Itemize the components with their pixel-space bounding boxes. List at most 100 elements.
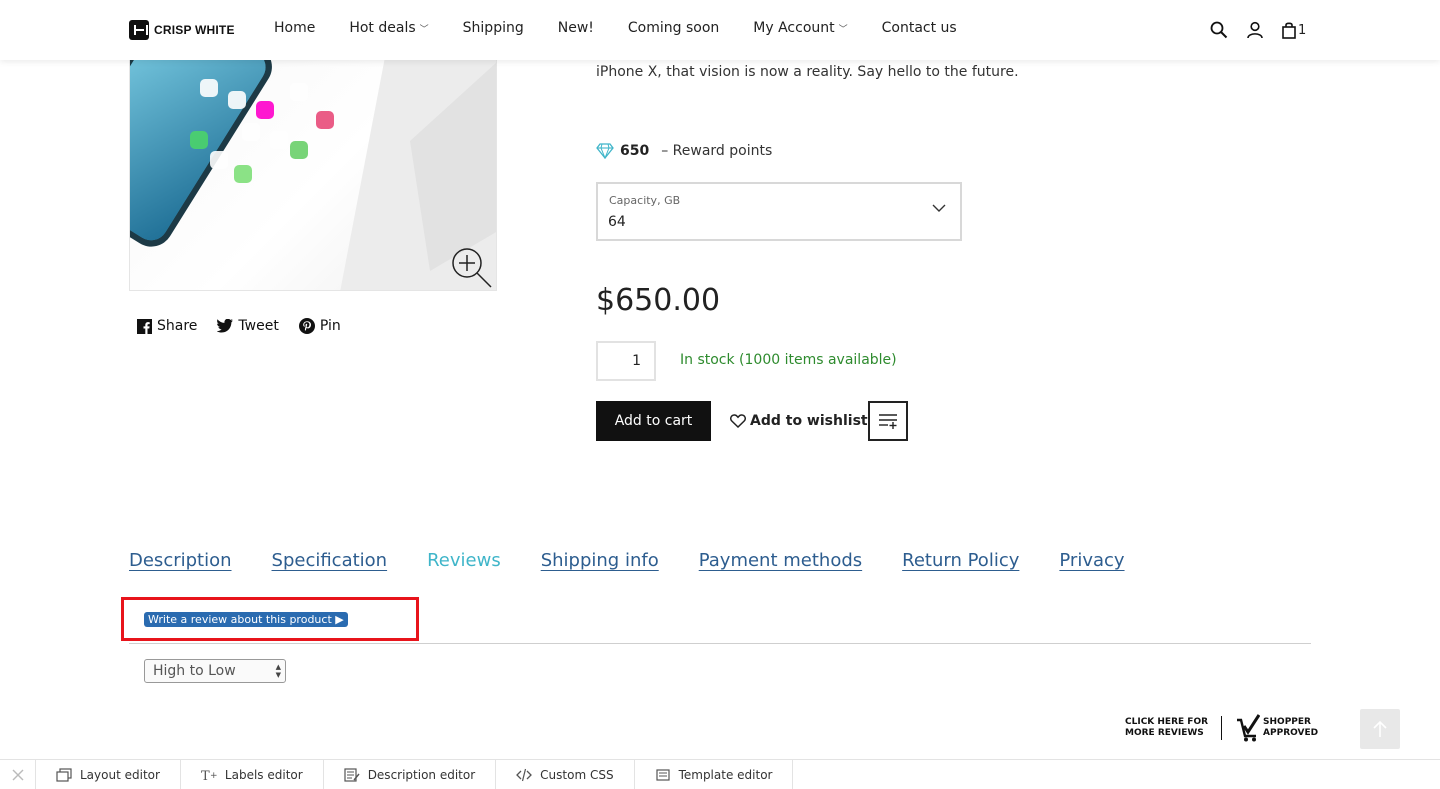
product-price: $650.00 — [596, 283, 721, 318]
chevron-down-icon — [932, 204, 946, 212]
header-actions: 1 — [1210, 20, 1306, 40]
zoom-in-icon — [452, 248, 492, 288]
shopper-right-line: SHOPPER — [1263, 717, 1311, 727]
compare-list-icon — [879, 414, 897, 429]
logo-mark-icon — [129, 20, 149, 40]
template-icon — [655, 769, 670, 781]
shopper-approved-logo: SHOPPER APPROVED — [1236, 714, 1318, 742]
review-sort-select[interactable]: High to Low ▲ ▼ — [144, 659, 286, 683]
shopper-cart-check-icon — [1237, 714, 1261, 742]
arrow-up-icon — [1373, 720, 1387, 737]
shopper-approved-text: SHOPPER APPROVED — [1263, 717, 1318, 739]
compare-button[interactable] — [868, 401, 908, 441]
capacity-label: Capacity, GB — [609, 194, 681, 207]
search-icon[interactable] — [1210, 20, 1228, 40]
shopping-bag-icon — [1282, 22, 1296, 39]
shopper-more-reviews: CLICK HERE FOR MORE REVIEWS — [1125, 717, 1221, 739]
back-to-top-button[interactable] — [1360, 709, 1400, 749]
close-icon — [12, 769, 23, 781]
nav-label: My Account — [753, 20, 835, 36]
description-editor-button[interactable]: Description editor — [324, 760, 497, 789]
tab-specification[interactable]: Specification — [272, 550, 388, 571]
nav-item-contact-us[interactable]: Contact us — [882, 20, 957, 36]
shopper-left-line: CLICK HERE FOR — [1125, 717, 1209, 727]
editor-item-label: Template editor — [678, 768, 773, 782]
labels-editor-button[interactable]: T + Labels editor — [181, 760, 324, 789]
nav-item-new[interactable]: New! — [558, 20, 594, 36]
svg-text:T: T — [201, 769, 210, 782]
cart-count: 1 — [1298, 22, 1307, 38]
share-label: Share — [157, 318, 198, 334]
tab-return-policy[interactable]: Return Policy — [902, 550, 1019, 571]
nav-item-coming-soon[interactable]: Coming soon — [628, 20, 719, 36]
chevron-down-icon: ﹀ — [838, 24, 848, 35]
share-row: Share Tweet Pin — [137, 318, 341, 334]
nav-item-home[interactable]: Home — [274, 20, 315, 36]
product-description: iPhone X, that vision is now a reality. … — [596, 64, 1019, 80]
twitter-share-button[interactable]: Tweet — [217, 318, 279, 334]
nav-label: Coming soon — [627, 20, 720, 36]
cart-button[interactable]: 1 — [1282, 20, 1306, 40]
tab-privacy[interactable]: Privacy — [1059, 550, 1124, 571]
write-review-button[interactable]: Write a review about this product ▶ — [144, 612, 348, 627]
nav-label: Hot deals — [349, 20, 416, 36]
code-icon — [516, 768, 533, 782]
close-editor-button[interactable] — [0, 760, 36, 789]
nav-label: Home — [274, 20, 316, 36]
main-nav: Home Hot deals ﹀ Shipping New! Coming soo… — [274, 20, 957, 36]
tab-description[interactable]: Description — [129, 550, 232, 571]
reward-points: 650 – Reward points — [596, 143, 772, 159]
tab-payment-methods[interactable]: Payment methods — [699, 550, 862, 571]
tab-shipping-info[interactable]: Shipping info — [541, 550, 659, 571]
capacity-value: 64 — [608, 214, 626, 230]
capacity-select[interactable]: Capacity, GB 64 — [596, 182, 962, 241]
editor-item-label: Layout editor — [80, 768, 160, 782]
zoom-button[interactable] — [450, 246, 494, 290]
custom-css-button[interactable]: Custom CSS — [496, 760, 635, 789]
share-label: Pin — [319, 318, 341, 334]
template-editor-button[interactable]: Template editor — [635, 760, 794, 789]
nav-label: New! — [557, 20, 594, 36]
stock-status: In stock (1000 items available) — [680, 352, 897, 368]
wishlist-label: Add to wishlist — [750, 413, 868, 429]
add-to-cart-button[interactable]: Add to cart — [596, 401, 711, 441]
shopper-approved-badge[interactable]: CLICK HERE FOR MORE REVIEWS SHOPPER APPR… — [1125, 714, 1318, 742]
layout-editor-button[interactable]: Layout editor — [36, 760, 181, 789]
tab-reviews[interactable]: Reviews — [427, 550, 501, 571]
nav-item-shipping[interactable]: Shipping — [463, 20, 524, 36]
editor-item-label: Labels editor — [224, 768, 303, 782]
sort-value: High to Low — [153, 663, 236, 679]
logo-text: CRISP WHITE — [154, 23, 235, 37]
heart-icon — [730, 414, 746, 428]
select-arrows-icon: ▲ ▼ — [275, 663, 281, 679]
facebook-icon — [137, 318, 152, 334]
user-icon[interactable] — [1246, 20, 1264, 40]
phone-photo — [130, 31, 496, 290]
nav-label: Contact us — [881, 20, 957, 36]
facebook-share-button[interactable]: Share — [137, 318, 197, 334]
shopper-right-line: APPROVED — [1263, 728, 1319, 738]
diamond-icon — [596, 143, 614, 159]
reviews-divider — [129, 643, 1311, 644]
logo[interactable]: CRISP WHITE — [129, 20, 235, 40]
description-icon — [344, 768, 360, 782]
pinterest-icon — [298, 318, 315, 334]
nav-label: Shipping — [462, 20, 524, 36]
reward-points-label: – Reward points — [661, 143, 773, 159]
pinterest-share-button[interactable]: Pin — [298, 318, 341, 334]
shopper-separator — [1221, 716, 1223, 740]
shopper-left-line: MORE REVIEWS — [1125, 728, 1204, 738]
editor-item-label: Custom CSS — [540, 768, 614, 782]
chevron-down-icon: ﹀ — [419, 24, 429, 35]
share-label: Tweet — [238, 318, 279, 334]
site-header: CRISP WHITE Home Hot deals ﹀ Shipping New… — [0, 0, 1440, 60]
twitter-icon — [217, 319, 234, 333]
nav-item-hot-deals[interactable]: Hot deals ﹀ — [349, 20, 428, 36]
reward-points-value: 650 — [620, 143, 650, 159]
text-icon: T + — [201, 769, 217, 782]
nav-item-my-account[interactable]: My Account ﹀ — [753, 20, 847, 36]
add-to-wishlist-button[interactable]: Add to wishlist — [730, 413, 868, 429]
svg-text:+: + — [210, 771, 217, 781]
quantity-input[interactable]: 1 — [596, 341, 656, 381]
product-image[interactable] — [129, 30, 497, 291]
